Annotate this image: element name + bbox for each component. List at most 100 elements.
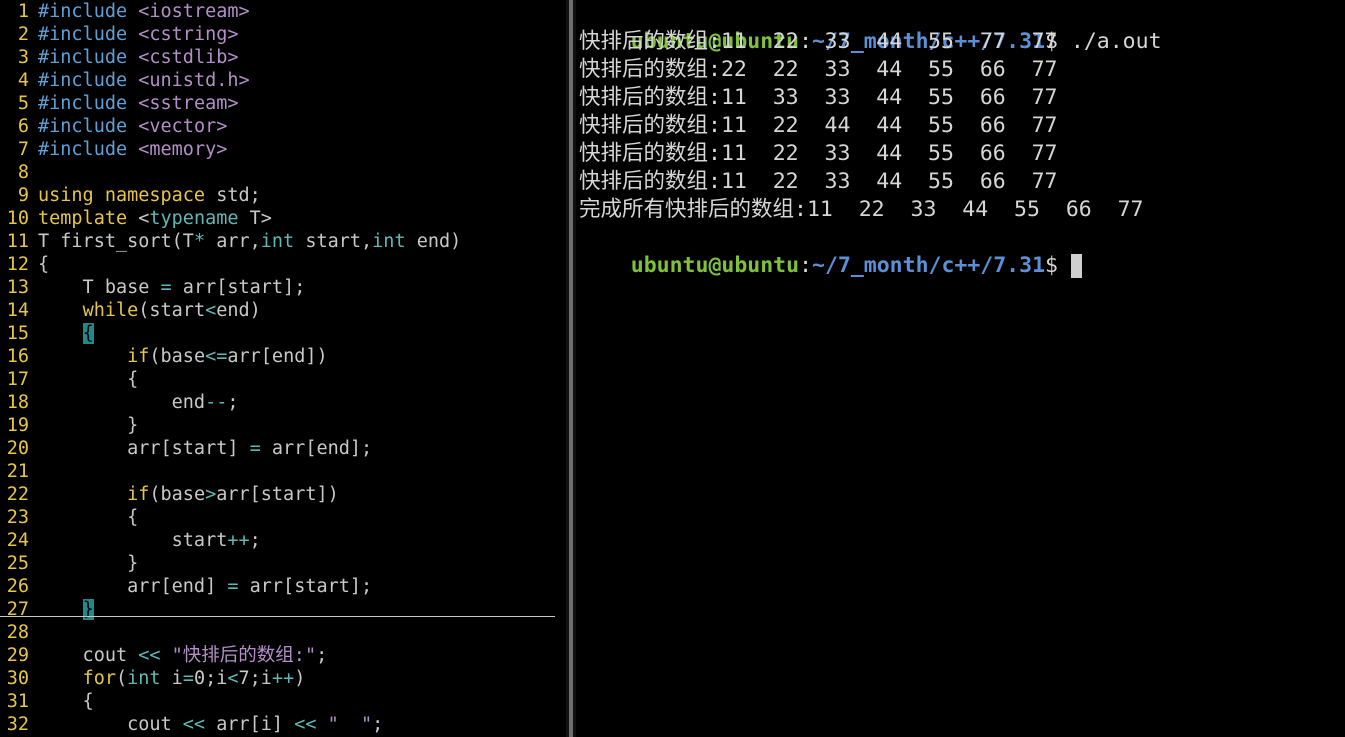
code-token: * <box>193 231 206 252</box>
code-token: ; <box>372 714 384 735</box>
terminal-pane[interactable]: ubuntu@ubuntu:~/7_month/c++/7.31$ ./a.ou… <box>576 0 1345 737</box>
code-text: start++; <box>38 529 261 552</box>
code-token: << <box>138 645 161 666</box>
code-line[interactable]: 31 { <box>0 690 560 713</box>
pane-separator[interactable] <box>566 0 576 737</box>
terminal-output-line: 快排后的数组:11 22 44 44 55 66 77 <box>579 113 1058 138</box>
line-number: 24 <box>6 530 29 551</box>
line-number: 14 <box>6 300 29 321</box>
prompt-symbol: $ <box>1045 253 1071 278</box>
code-text: for(int i=0;i<7;i++) <box>38 667 306 690</box>
code-token: end) <box>216 300 261 321</box>
code-token: = <box>160 277 172 298</box>
code-line[interactable]: 23 { <box>0 506 560 529</box>
code-token: { <box>82 323 94 344</box>
line-number: 9 <box>17 185 29 206</box>
line-number: 6 <box>17 116 29 137</box>
code-text: { <box>38 253 49 276</box>
code-line[interactable]: 8 <box>0 161 560 184</box>
code-token: ; <box>249 530 261 551</box>
code-line[interactable]: 32 cout << arr[i] << " "; <box>0 713 560 736</box>
code-line[interactable]: 16 if(base<=arr[end]) <box>0 345 560 368</box>
code-line[interactable]: 26 arr[end] = arr[start]; <box>0 575 560 598</box>
code-line[interactable]: 27 } <box>0 598 560 621</box>
code-token: T base <box>38 277 161 298</box>
code-token: arr[start]; <box>171 277 306 298</box>
code-line[interactable]: 9 using namespace std; <box>0 184 560 207</box>
code-token: > <box>205 484 217 505</box>
code-text: { <box>38 506 138 529</box>
code-line[interactable]: 24 start++; <box>0 529 560 552</box>
line-number: 2 <box>17 24 29 45</box>
code-line[interactable]: 14 while(start<end) <box>0 299 560 322</box>
code-line[interactable]: 11 T first_sort(T* arr,int start,int end) <box>0 230 560 253</box>
code-token: typename <box>149 208 239 229</box>
code-token: = <box>182 668 194 689</box>
code-line[interactable]: 21 <box>0 460 560 483</box>
code-line[interactable]: 19 } <box>0 414 560 437</box>
line-number: 8 <box>17 162 29 183</box>
terminal-output-line: 快排后的数组:11 22 33 44 55 66 77 <box>579 141 1058 166</box>
code-token: (start <box>138 300 206 321</box>
code-token: <unistd.h> <box>138 70 250 91</box>
code-token: { <box>38 254 50 275</box>
line-number: 23 <box>6 507 29 528</box>
code-token: arr[end]; <box>260 438 373 459</box>
prompt-colon: : <box>799 253 813 278</box>
pane-separator-handle[interactable] <box>569 0 573 737</box>
code-token: start, <box>294 231 373 252</box>
code-line[interactable]: 28 <box>0 621 560 644</box>
code-text: T base = arr[start]; <box>38 276 306 299</box>
code-line[interactable]: 13 T base = arr[start]; <box>0 276 560 299</box>
code-token: " " <box>327 714 373 735</box>
line-number: 21 <box>6 461 29 482</box>
line-number: 27 <box>6 599 29 620</box>
code-text: if(base<=arr[end]) <box>38 345 328 368</box>
code-line[interactable]: 22 if(base>arr[start]) <box>0 483 560 506</box>
code-line[interactable]: 3 #include <cstdlib> <box>0 46 560 69</box>
code-line[interactable]: 20 arr[start] = arr[end]; <box>0 437 560 460</box>
code-token: } <box>38 553 139 574</box>
code-token: arr[start]; <box>238 576 373 597</box>
code-line[interactable]: 12 { <box>0 253 560 276</box>
code-token: cout <box>38 645 139 666</box>
code-token: <= <box>205 346 228 367</box>
code-line[interactable]: 4 #include <unistd.h> <box>0 69 560 92</box>
code-line[interactable]: 29 cout << "快排后的数组:"; <box>0 644 560 667</box>
code-token: #include <box>38 47 139 68</box>
vim-editor-pane[interactable]: 1 #include <iostream> 2 #include <cstring> 3… <box>0 0 566 737</box>
code-token: int <box>127 668 161 689</box>
code-line[interactable]: 6 #include <vector> <box>0 115 560 138</box>
code-text: T first_sort(T* arr,int start,int end) <box>38 230 461 253</box>
code-line[interactable]: 17 { <box>0 368 560 391</box>
code-token: <sstream> <box>138 93 239 114</box>
code-text: #include <vector> <box>38 115 227 138</box>
code-token: { <box>38 691 94 712</box>
code-token: arr[end] <box>38 576 228 597</box>
line-number: 5 <box>17 93 29 114</box>
code-text: { <box>38 368 138 391</box>
code-line[interactable]: 25 } <box>0 552 560 575</box>
code-line[interactable]: 2 #include <cstring> <box>0 23 560 46</box>
line-number: 20 <box>6 438 29 459</box>
code-line[interactable]: 5 #include <sstream> <box>0 92 560 115</box>
code-line[interactable]: 18 end--; <box>0 391 560 414</box>
code-token: #include <box>38 70 139 91</box>
line-number: 13 <box>6 277 29 298</box>
line-number: 28 <box>6 622 29 643</box>
code-token: #include <box>38 1 139 22</box>
code-token: T first_sort(T <box>38 231 194 252</box>
code-line[interactable]: 10 template <typename T> <box>0 207 560 230</box>
line-number: 25 <box>6 553 29 574</box>
code-line[interactable]: 15 { <box>0 322 560 345</box>
line-number: 1 <box>17 1 29 22</box>
code-line[interactable]: 7 #include <memory> <box>0 138 560 161</box>
code-text: #include <cstring> <box>38 23 239 46</box>
code-line[interactable]: 1 #include <iostream> <box>0 0 560 23</box>
code-text: { <box>38 690 94 713</box>
code-line[interactable]: 30 for(int i=0;i<7;i++) <box>0 667 560 690</box>
terminal-current-prompt[interactable]: ubuntu@ubuntu:~/7_month/c++/7.31$ <box>579 224 1082 278</box>
